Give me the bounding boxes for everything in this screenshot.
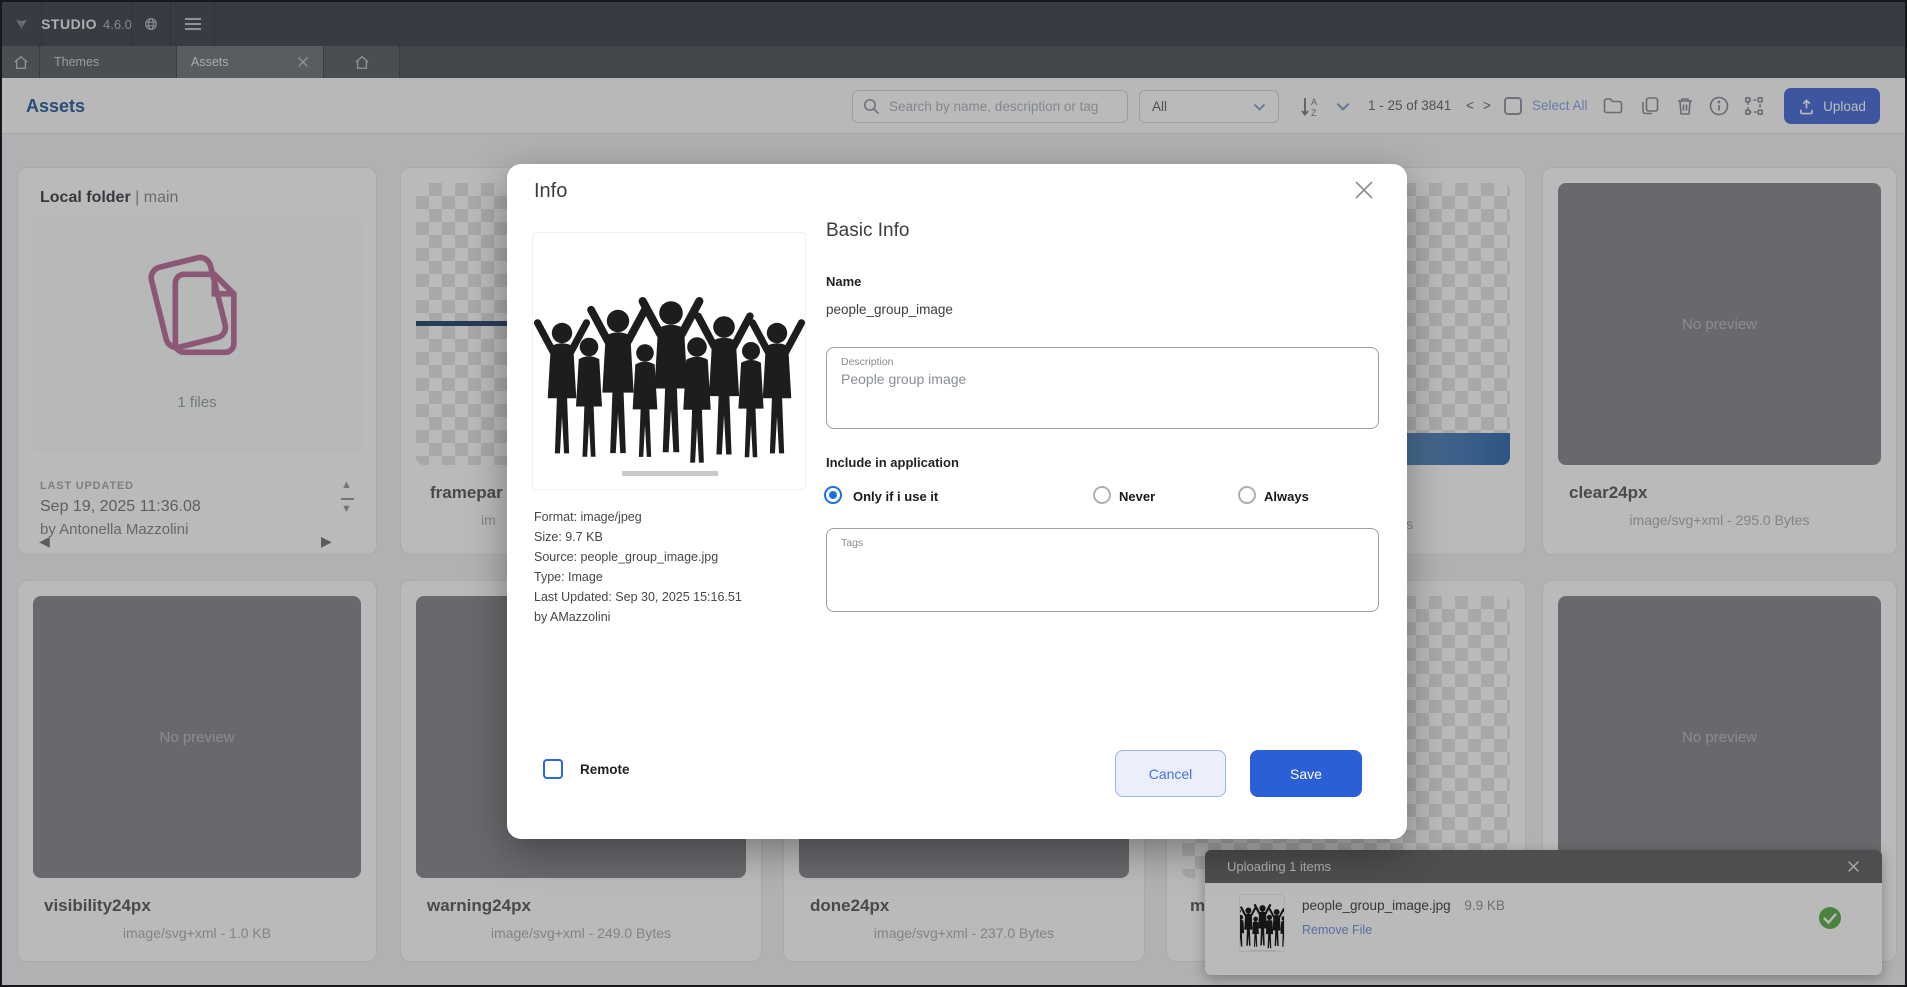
radio-always-label[interactable]: Always <box>1264 489 1309 504</box>
close-icon <box>1352 178 1376 202</box>
modal-title: Info <box>534 180 567 203</box>
description-field-label: Description <box>841 356 1364 368</box>
radio-never[interactable] <box>1093 486 1111 504</box>
meta-last-updated: Last Updated: Sep 30, 2025 15:16.51 <box>534 587 742 607</box>
meta-size: Size: 9.7 KB <box>534 527 742 547</box>
asset-preview-image <box>532 232 806 490</box>
radio-only-if-i-use-it-label[interactable]: Only if i use it <box>853 489 938 504</box>
app-window: STUDIO 4.6.0 GoldBank GoldBank app APP <box>0 0 1907 987</box>
save-button[interactable]: Save <box>1250 750 1362 797</box>
tags-field[interactable]: Tags <box>826 528 1379 612</box>
asset-metadata: Format: image/jpeg Size: 9.7 KB Source: … <box>534 507 742 627</box>
name-label: Name <box>826 274 861 289</box>
people-group-image <box>533 233 805 489</box>
remote-checkbox[interactable] <box>543 759 563 779</box>
meta-source: Source: people_group_image.jpg <box>534 547 742 567</box>
radio-always[interactable] <box>1238 486 1256 504</box>
name-value: people_group_image <box>826 302 953 317</box>
include-in-application-label: Include in application <box>826 455 959 470</box>
tags-field-label: Tags <box>841 537 1364 549</box>
meta-format: Format: image/jpeg <box>534 507 742 527</box>
radio-never-label[interactable]: Never <box>1119 489 1155 504</box>
description-field-value: People group image <box>841 371 1364 387</box>
close-modal-button[interactable] <box>1352 178 1380 206</box>
meta-type: Type: Image <box>534 567 742 587</box>
description-field[interactable]: Description People group image <box>826 347 1379 429</box>
remote-label[interactable]: Remote <box>580 762 630 777</box>
radio-only-if-i-use-it[interactable] <box>824 486 842 504</box>
basic-info-heading: Basic Info <box>826 220 909 242</box>
info-modal: Info <box>507 164 1407 839</box>
cancel-button[interactable]: Cancel <box>1115 750 1226 797</box>
meta-updated-by: by AMazzolini <box>534 607 742 627</box>
